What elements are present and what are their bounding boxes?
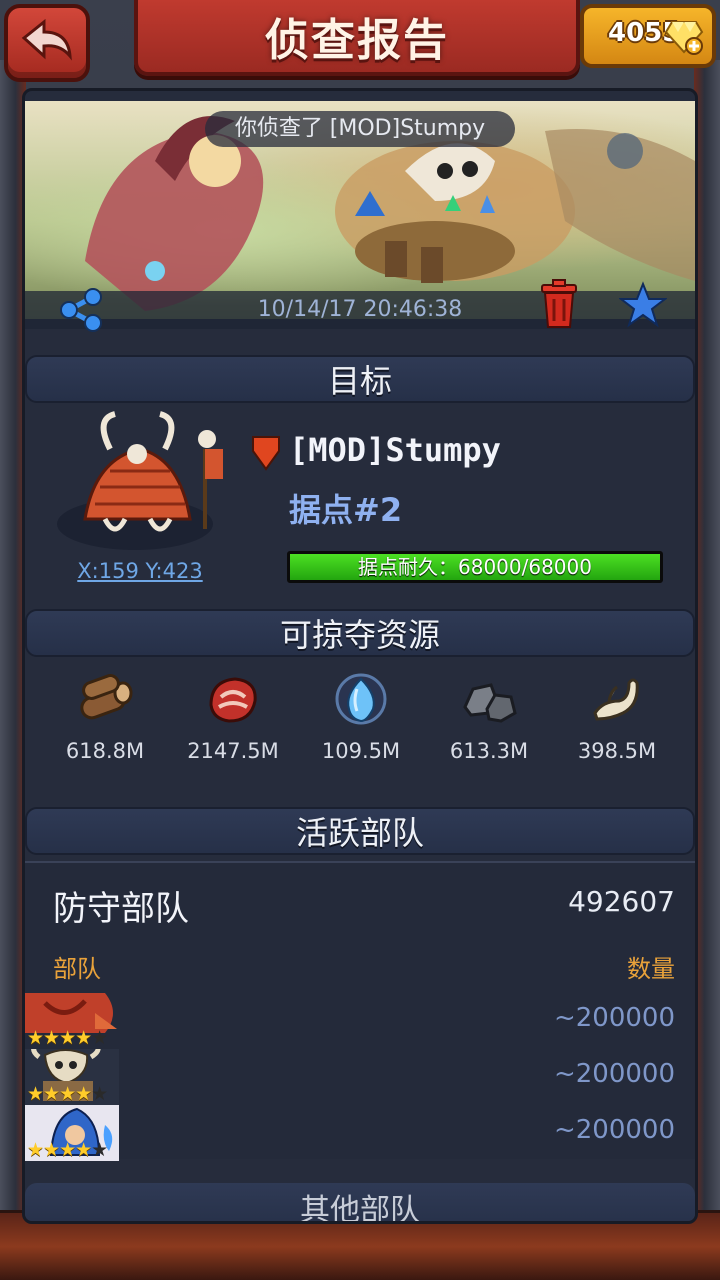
troop-row: ★★★★★ ~200000: [25, 1049, 695, 1105]
resource-crystal: 109.5M: [301, 669, 421, 763]
resource-wood-value: 618.8M: [65, 739, 145, 763]
crystal-icon: [301, 669, 421, 729]
resource-wood: 618.8M: [45, 669, 165, 763]
gem-icon: [664, 16, 704, 60]
other-troops-title: 其他部队: [300, 1193, 420, 1224]
resource-stone-value: 613.3M: [449, 739, 529, 763]
favorite-star-icon[interactable]: [618, 281, 668, 333]
stronghold-image[interactable]: [55, 409, 225, 563]
other-troops-header: 其他部队: [25, 1183, 695, 1224]
troop-row: ★★★★★ ~200000: [25, 1105, 695, 1161]
troop-row: ★★★★★ ~200000: [25, 993, 695, 1049]
scouted-caption: 你侦查了 [MOD]Stumpy: [205, 111, 515, 147]
scout-scene-image: 你侦查了 [MOD]Stumpy 10/14/17 20:46:38: [25, 101, 695, 332]
gem-balance[interactable]: 4055: [580, 4, 716, 68]
troops-section-header: 活跃部队: [25, 807, 695, 855]
resource-bone: 398.5M: [557, 669, 677, 763]
column-header-unit: 部队: [53, 955, 101, 983]
resources-section-title: 可掠夺资源: [279, 616, 440, 654]
delete-icon[interactable]: [539, 279, 579, 333]
back-button[interactable]: [4, 4, 90, 82]
report-panel: 你侦查了 [MOD]Stumpy 10/14/17 20:46:38 目标 X:…: [22, 88, 698, 1224]
defense-troops-title: 防守部队: [53, 889, 189, 929]
resources-section-header: 可掠夺资源: [25, 609, 695, 657]
target-section-title: 目标: [327, 362, 392, 400]
player-flag-icon: [251, 435, 281, 475]
title-banner: 侦查报告: [134, 0, 580, 76]
resource-meat-value: 2147.5M: [187, 739, 279, 763]
defense-troops-total: 492607: [568, 885, 675, 918]
bone-icon: [557, 669, 677, 729]
durability-label: 据点耐久：68000/68000: [358, 555, 592, 579]
troops-section-title: 活跃部队: [295, 814, 424, 852]
resource-stone: 613.3M: [429, 669, 549, 763]
troop-quantity: ~200000: [553, 1115, 675, 1145]
durability-bar: 据点耐久：68000/68000: [287, 551, 663, 583]
stone-icon: [429, 669, 549, 729]
troop-star-rating: ★★★★★: [27, 1027, 108, 1049]
defense-troops-box: 防守部队 492607 部队 数量 ★★★★★ ~200000 ★★★★★ ~2…: [25, 861, 695, 1161]
report-timestamp: 10/14/17 20:46:38: [257, 297, 463, 322]
troop-star-rating: ★★★★★: [27, 1083, 108, 1105]
target-player-name: [MOD]Stumpy: [289, 431, 501, 469]
resource-crystal-value: 109.5M: [321, 739, 401, 763]
wood-icon: [45, 669, 165, 729]
meat-icon: [173, 669, 293, 729]
back-arrow-icon: [20, 18, 74, 68]
page-title: 侦查报告: [265, 15, 449, 66]
resource-meat: 2147.5M: [173, 669, 293, 763]
resource-bone-value: 398.5M: [577, 739, 657, 763]
troop-star-rating: ★★★★★: [27, 1139, 108, 1161]
troop-quantity: ~200000: [553, 1003, 675, 1033]
target-stronghold: 据点#2: [289, 491, 403, 529]
scene-toolbar: 10/14/17 20:46:38: [25, 279, 695, 332]
target-section-header: 目标: [25, 355, 695, 403]
target-coordinates-link[interactable]: X:159 Y:423: [73, 559, 207, 583]
column-header-quantity: 数量: [627, 955, 675, 983]
troop-quantity: ~200000: [553, 1059, 675, 1089]
